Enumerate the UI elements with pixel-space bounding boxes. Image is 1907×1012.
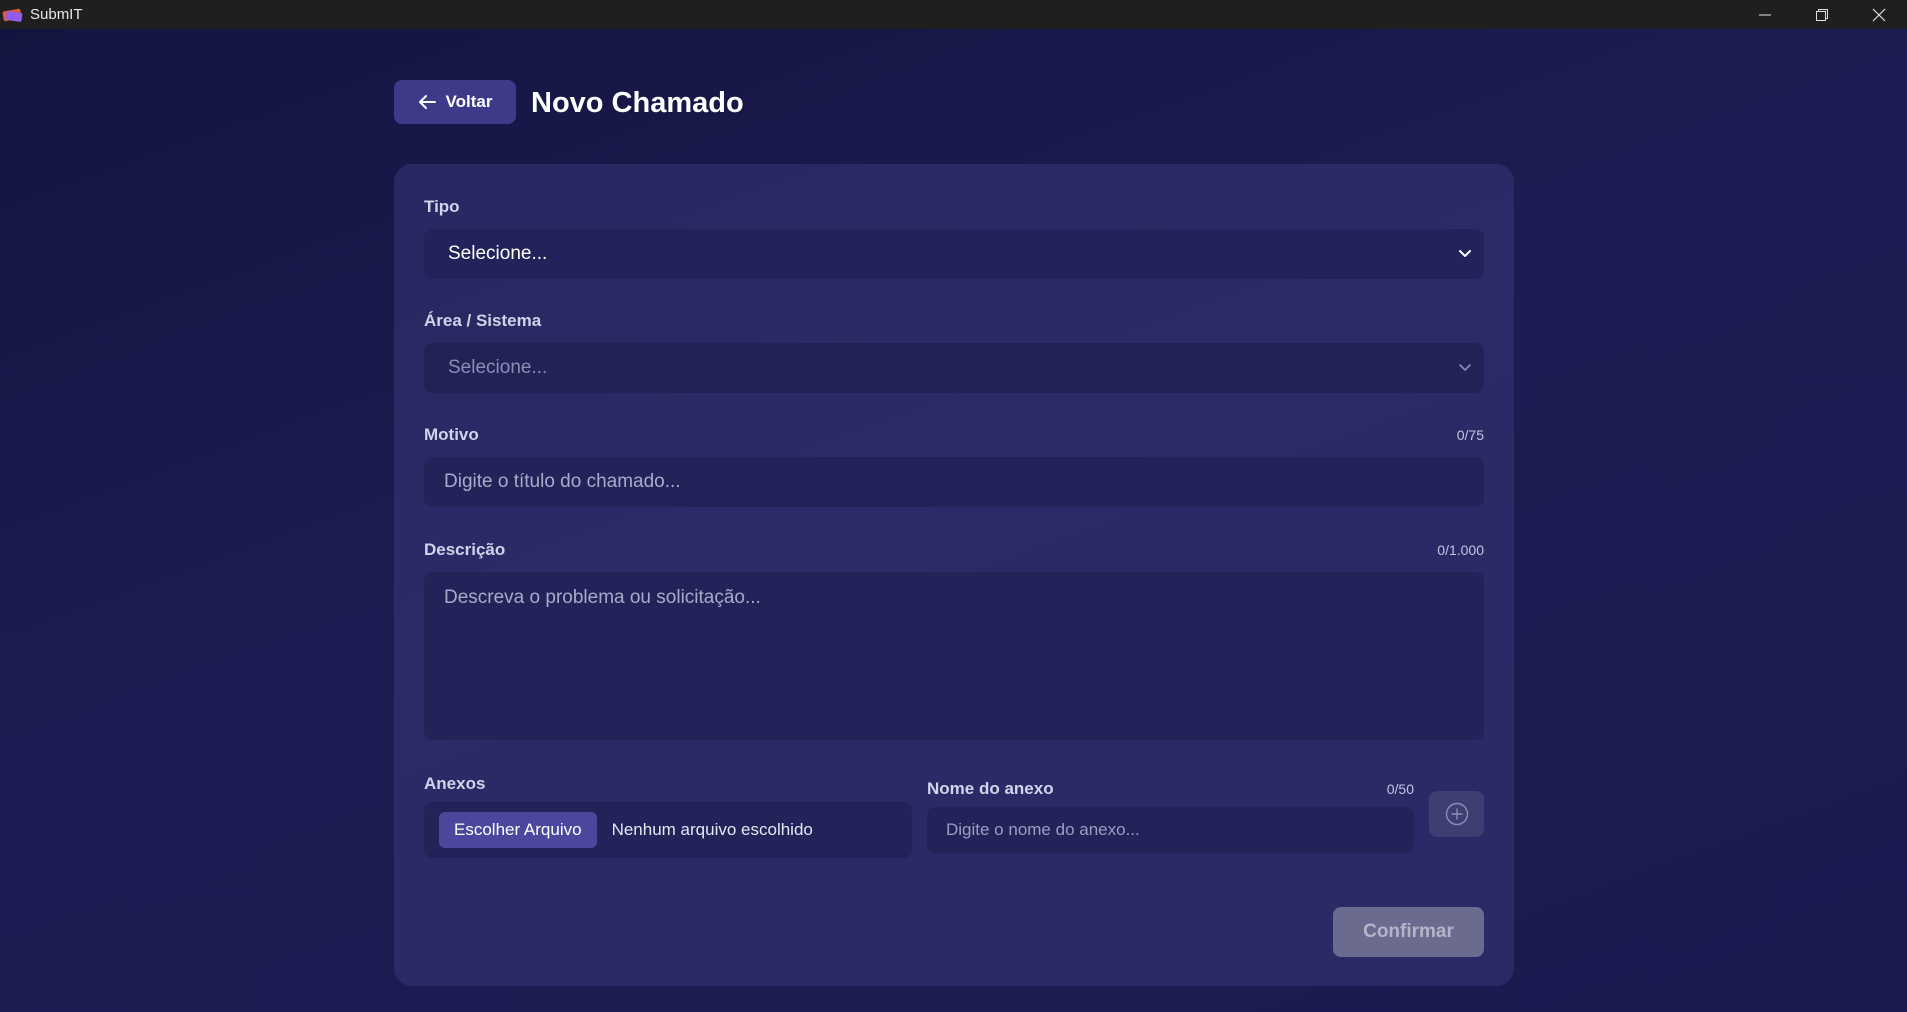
file-picker: Escolher Arquivo Nenhum arquivo escolhid… [424,802,912,858]
arrow-left-icon [418,95,436,109]
title-bar: SubmIT [0,0,1907,29]
app-logo-icon [2,8,23,22]
chevron-down-icon [1459,364,1471,371]
nome-anexo-input[interactable]: Digite o nome do anexo... [927,807,1414,853]
window-controls [1736,0,1907,29]
plus-circle-icon [1445,802,1468,826]
close-icon [1872,8,1885,21]
area-label: Área / Sistema [424,311,542,330]
window-title: SubmIT [30,6,83,23]
anexos-label: Anexos [424,774,486,793]
chevron-down-icon [1459,250,1471,257]
descricao-counter: 0/1.000 [1437,542,1484,558]
minimize-icon [1758,14,1771,15]
back-button-label: Voltar [445,92,493,111]
nome-anexo-counter: 0/50 [1386,781,1414,797]
motivo-placeholder: Digite o título do chamado... [444,471,681,492]
minimize-button[interactable] [1736,0,1793,29]
area-select[interactable]: Selecione... [424,343,1484,393]
page-title: Novo Chamado [531,87,744,119]
motivo-label: Motivo [424,425,479,444]
restore-button[interactable] [1793,0,1850,29]
tipo-select-value: Selecione... [448,243,548,264]
nome-anexo-label: Nome do anexo [927,779,1054,798]
motivo-input[interactable]: Digite o título do chamado... [424,457,1484,507]
restore-icon [1815,8,1828,21]
descricao-placeholder: Descreva o problema ou solicitação... [444,587,761,608]
tipo-select[interactable]: Selecione... [424,229,1484,279]
motivo-counter: 0/75 [1456,427,1484,443]
area-select-value: Selecione... [448,357,548,378]
close-button[interactable] [1850,0,1907,29]
choose-file-button[interactable]: Escolher Arquivo [439,812,597,848]
ticket-form-card: Tipo Selecione... Área / Sistema Selecio… [394,164,1514,986]
add-attachment-button[interactable] [1429,791,1484,837]
nome-anexo-placeholder: Digite o nome do anexo... [946,820,1140,839]
tipo-label: Tipo [424,197,460,216]
file-status: Nenhum arquivo escolhido [611,820,813,839]
descricao-label: Descrição [424,540,506,559]
descricao-textarea[interactable]: Descreva o problema ou solicitação... [424,572,1484,740]
confirm-button[interactable]: Confirmar [1333,907,1484,957]
back-button[interactable]: Voltar [394,80,516,124]
